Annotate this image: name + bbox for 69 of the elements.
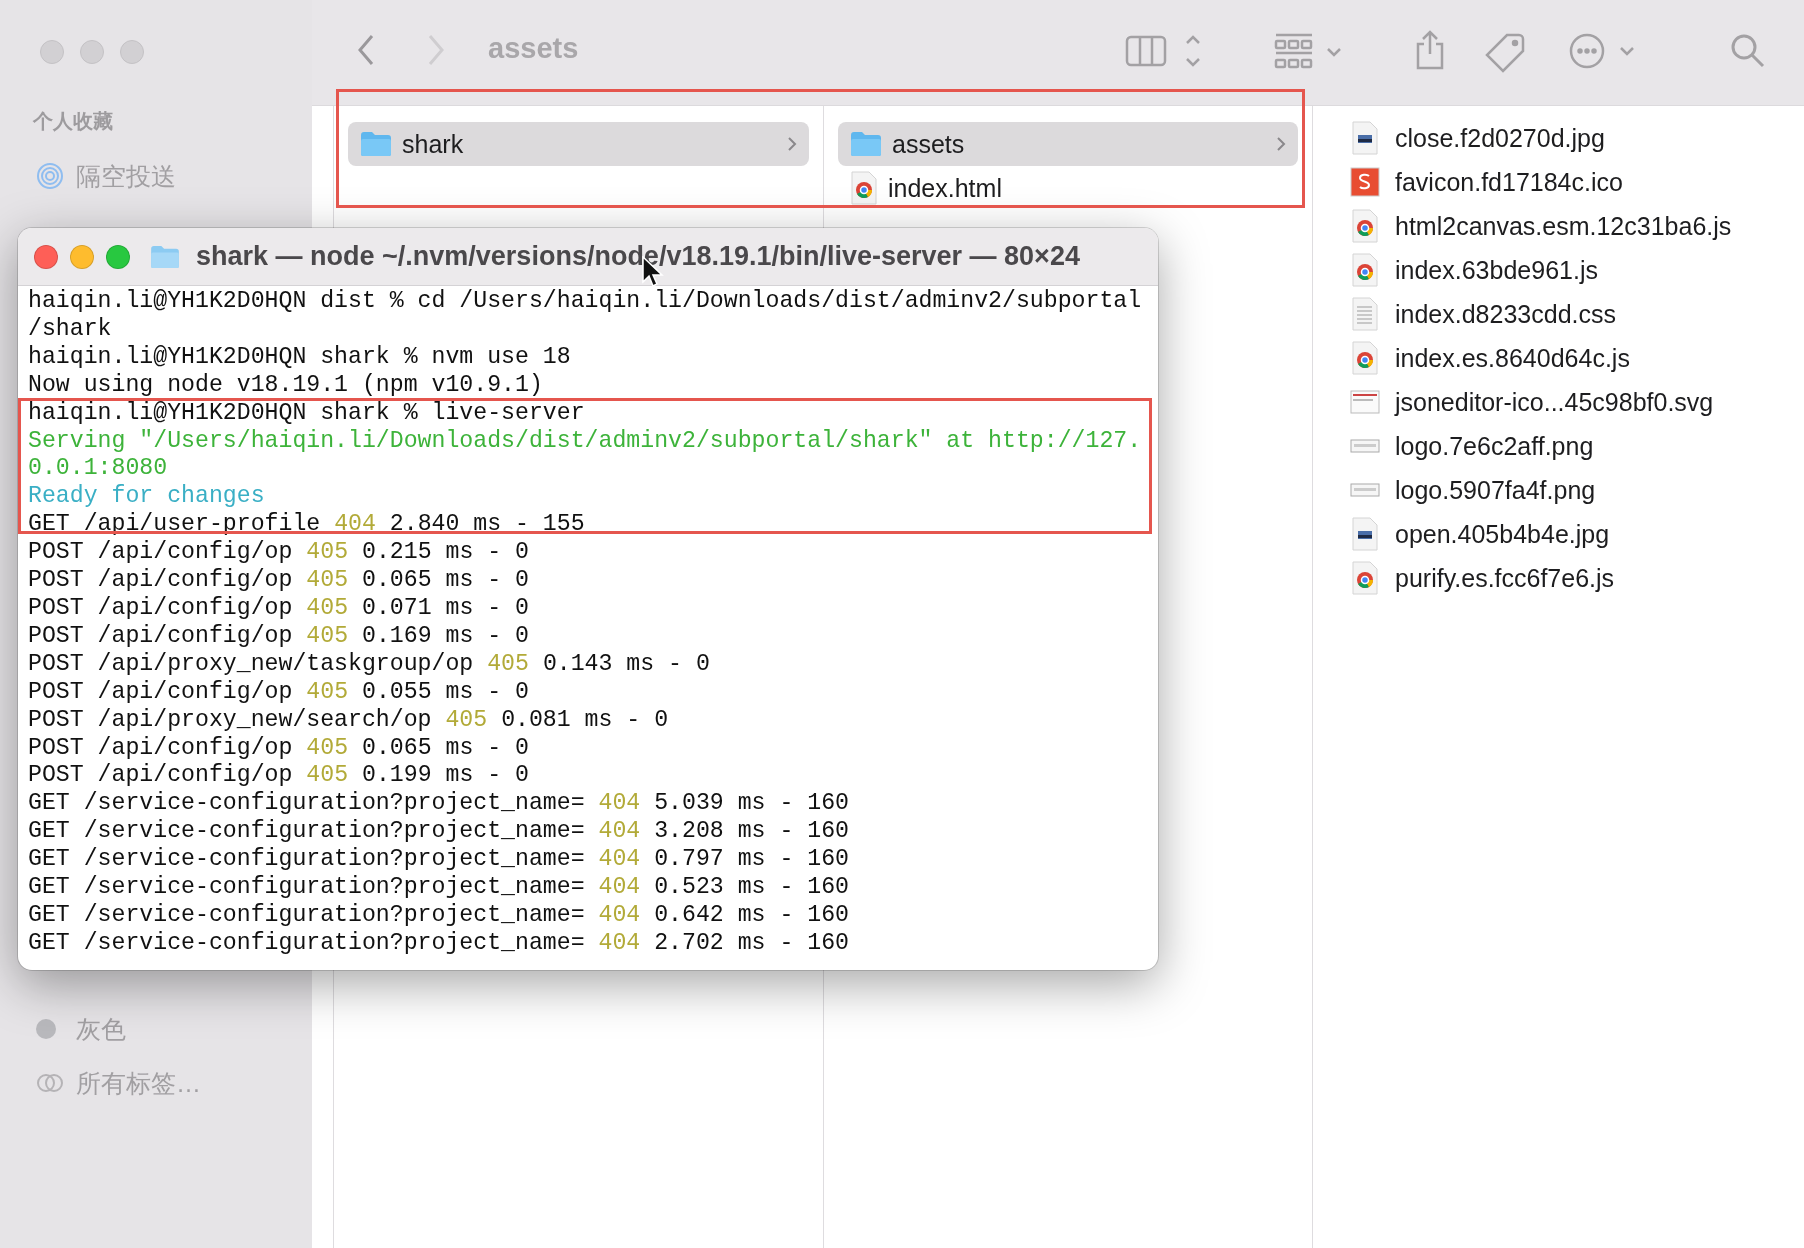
chrome-icon [1351, 253, 1379, 287]
tags-icon [36, 1073, 64, 1093]
command-line: haiqin.li@YH1K2D0HQN shark % live-server [28, 399, 586, 428]
log-line: GET /service-configuration?project_name= 404 3.208 ms - 160 [28, 818, 850, 847]
close-button[interactable] [40, 40, 64, 64]
log-line: GET /api/user-profile 404 2.840 ms - 155 [28, 511, 586, 540]
window-title: assets [488, 32, 579, 65]
sheet-thumbnail-icon [1350, 390, 1380, 414]
share-icon[interactable] [1414, 30, 1446, 70]
section-header: 个人收藏 [32, 109, 114, 134]
back-icon[interactable] [356, 33, 376, 67]
log-line: POST /api/proxy_new/taskgroup/op 405 0.143 ms - 0 [28, 650, 711, 679]
image-file-icon [1351, 517, 1379, 551]
file-row[interactable]: index.html [838, 166, 1298, 210]
file-row[interactable]: purify.es.fcc6f7e6.js [1349, 556, 1804, 600]
file-row[interactable]: close.f2d0270d.jpg [1349, 116, 1804, 160]
chrome-icon [1351, 341, 1379, 375]
log-line: POST /api/config/op 405 0.169 ms - 0 [28, 622, 530, 651]
chrome-icon [850, 171, 878, 205]
airdrop-icon [36, 162, 64, 190]
folder-row[interactable]: assets [838, 122, 1298, 166]
command-line: haiqin.li@YH1K2D0HQN shark % nvm use 18 [28, 343, 572, 372]
file-row[interactable]: logo.5907fa4f.png [1349, 468, 1804, 512]
zoom-button[interactable] [120, 40, 144, 64]
chevron-icon [1276, 136, 1286, 152]
log-line: POST /api/config/op 405 0.055 ms - 0 [28, 678, 530, 707]
file-row[interactable]: index.63bde961.js [1349, 248, 1804, 292]
text-file-icon [1351, 297, 1379, 331]
output-line: Serving "/Users/haiqin.li/Downloads/dist/adminv2/subportal/shark" at http://127. [28, 427, 1143, 456]
banner-thumbnail-icon [1350, 439, 1380, 453]
folder-icon [850, 131, 882, 157]
terminal-title: shark — node ~/.nvm/versions/node/v18.19.1/bin/live-server — 80×24 [196, 241, 1080, 272]
log-line: GET /service-configuration?project_name= 404 2.702 ms - 160 [28, 929, 850, 958]
file-row[interactable]: jsoneditor-ico...45c98bf0.svg [1349, 380, 1804, 424]
log-line: POST /api/config/op 405 0.065 ms - 0 [28, 567, 530, 595]
log-line: POST /api/proxy_new/search/op 405 0.081 ms - 0 [28, 706, 670, 735]
log-line: POST /api/config/op 405 0.199 ms - 0 [28, 762, 530, 791]
log-line: GET /service-configuration?project_name= 404 0.642 ms - 160 [28, 901, 850, 930]
chrome-icon [1351, 561, 1379, 595]
chrome-icon [1351, 209, 1379, 243]
folder-row[interactable]: shark [348, 122, 809, 166]
log-line: POST /api/config/op 405 0.071 ms - 0 [28, 594, 530, 623]
minimize-button[interactable] [80, 40, 104, 64]
file-row[interactable]: favicon.fd17184c.ico [1349, 160, 1804, 204]
banner-thumbnail-icon [1350, 483, 1380, 497]
search-icon[interactable] [1730, 33, 1766, 69]
file-row[interactable]: open.405b4b4e.jpg [1349, 512, 1804, 556]
file-row[interactable]: index.d8233cdd.css [1349, 292, 1804, 336]
output-line: /shark [28, 315, 113, 344]
column-view-icon[interactable] [1125, 33, 1203, 69]
image-file-icon [1351, 121, 1379, 155]
forward-icon[interactable] [426, 33, 446, 67]
folder-icon [360, 131, 392, 157]
file-row[interactable]: html2canvas.esm.12c31ba6.js [1349, 204, 1804, 248]
s-logo-icon [1350, 167, 1380, 197]
folder-icon [150, 244, 180, 269]
log-line: POST /api/config/op 405 0.065 ms - 0 [28, 734, 530, 763]
log-line: GET /service-configuration?project_name= 404 0.523 ms - 160 [28, 874, 850, 902]
file-row[interactable]: index.es.8640d64c.js [1349, 336, 1804, 380]
log-line: GET /service-configuration?project_name= 404 5.039 ms - 160 [28, 790, 850, 819]
log-line: GET /service-configuration?project_name= 404 0.797 ms - 160 [28, 846, 850, 875]
output-line: Ready for changes [28, 483, 266, 512]
log-line: POST /api/config/op 405 0.215 ms - 0 [28, 539, 530, 568]
command-line: haiqin.li@YH1K2D0HQN dist % cd /Users/haiqin.li/Downloads/dist/adminv2/subportal [28, 288, 1143, 316]
chevron-icon [787, 136, 797, 152]
file-row[interactable]: logo.7e6c2aff.png [1349, 424, 1804, 468]
output-line: Now using node v18.19.1 (npm v10.9.1) [28, 371, 544, 400]
tag-icon[interactable] [1485, 33, 1525, 73]
output-line: 0.0.1:8080 [28, 455, 169, 484]
